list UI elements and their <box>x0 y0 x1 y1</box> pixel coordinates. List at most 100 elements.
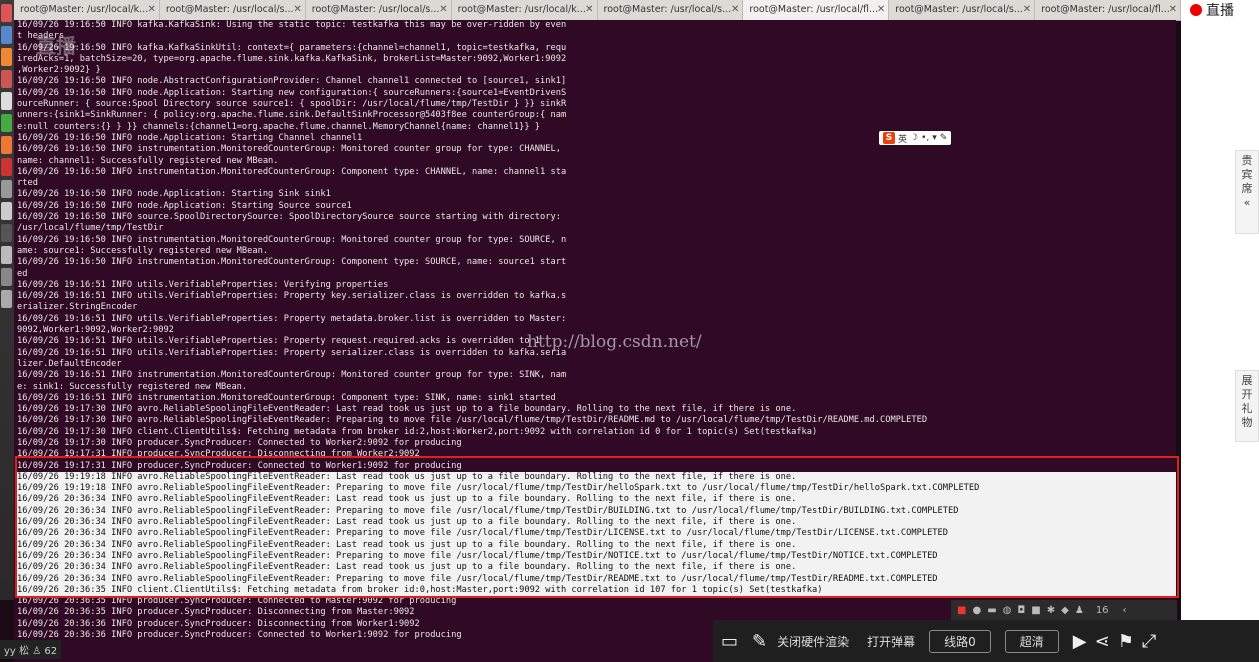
screen-icon[interactable]: ▭ <box>721 631 738 652</box>
live-label: 直播 <box>1206 3 1234 19</box>
launcher-app-icon[interactable] <box>1 290 12 308</box>
terminal-line: 16/09/26 19:16:50 INFO node.Application:… <box>17 200 352 211</box>
live-side-panel <box>1181 0 1259 662</box>
gift-expand-label: 展开礼物 <box>1241 374 1253 429</box>
terminal-line: rted <box>17 178 38 189</box>
logo-watermark: 直播 <box>36 34 76 58</box>
robot-icon[interactable]: ◘ <box>1017 605 1025 616</box>
launcher-app-icon[interactable] <box>1 180 12 198</box>
viewer-corner: yy 松 ♙ 62 <box>0 640 62 659</box>
launcher-app-icon[interactable] <box>1 136 12 154</box>
terminal-line: 16/09/26 19:16:51 INFO utils.VerifiableP… <box>17 313 567 324</box>
ime-language[interactable]: 英 <box>898 132 907 145</box>
terminal-line: 16/09/26 19:16:50 INFO instrumentation.M… <box>17 257 567 268</box>
stream-tool-strip: ■ ● ▬ ◍ ◘ ■ ✱ ◆ ♟ 16 ‹ <box>951 600 1177 620</box>
terminal-line: 16/09/26 20:36:34 INFO avro.ReliableSpoo… <box>17 505 1176 518</box>
launcher-app-icon[interactable] <box>1 4 12 22</box>
record-icon[interactable]: ■ <box>957 605 966 616</box>
close-icon[interactable]: ✕ <box>585 0 593 20</box>
terminal-line: unners:{sink1=SinkRunner: { policy:org.a… <box>17 110 567 121</box>
terminal-line: 16/09/26 20:36:35 INFO client.ClientUtil… <box>17 584 1176 597</box>
terminal-line: 16/09/26 19:17:31 INFO producer.SyncProd… <box>17 449 420 460</box>
comment-icon[interactable]: ▬ <box>987 605 996 616</box>
terminal-line: 16/09/26 19:16:50 INFO node.Application:… <box>17 87 567 98</box>
terminal-tab[interactable]: root@Master: /usr/local/k... ✕ <box>14 0 160 20</box>
flag-icon[interactable]: ⚑ <box>1118 631 1134 652</box>
share-icon[interactable]: ⋖ <box>1095 631 1110 652</box>
launcher-app-icon[interactable] <box>1 92 12 110</box>
terminal-line: ame: source1: Successfully registered ne… <box>17 245 269 256</box>
terminal-line: 16/09/26 19:16:50 INFO instrumentation.M… <box>17 166 567 177</box>
terminal-line: 16/09/26 19:17:30 INFO client.ClientUtil… <box>17 426 818 437</box>
close-hw-render-button[interactable]: 关闭硬件渲染 <box>777 633 849 650</box>
user-icon[interactable]: ♟ <box>1075 605 1084 616</box>
launcher-app-icon[interactable] <box>1 114 12 132</box>
terminal-tab[interactable]: root@Master: /usr/local/k... ✕ <box>452 0 598 20</box>
terminal-line: t headers <box>17 31 65 42</box>
close-icon[interactable]: ✕ <box>877 0 885 20</box>
terminal-tab[interactable]: root@Master: /usr/local/s... ✕ <box>160 0 306 20</box>
tab-label: root@Master: /usr/local/fl... <box>1041 4 1170 15</box>
tab-label: root@Master: /usr/local/k... <box>457 4 586 15</box>
corner-label: yy 松 <box>4 646 30 657</box>
launcher-app-icon[interactable] <box>1 158 12 176</box>
launcher-app-icon[interactable] <box>1 26 12 44</box>
terminal-tab[interactable]: root@Master: /usr/local/s... ✕ <box>306 0 452 20</box>
shirt-icon[interactable]: ▾ <box>932 133 937 143</box>
quality-button[interactable]: 超清 <box>1004 629 1059 653</box>
play-icon[interactable]: ▶ <box>1073 631 1087 652</box>
chevron-left-icon[interactable]: ‹ <box>1123 605 1127 616</box>
terminal-line: e:null counters:{} } }} channels:{channe… <box>17 121 541 132</box>
launcher-app-icon[interactable] <box>1 224 12 242</box>
edit-icon[interactable]: ✎ <box>752 631 767 652</box>
terminal-line: 16/09/26 19:16:50 INFO kafka.KafkaSinkUt… <box>17 42 567 53</box>
music-icon[interactable]: ◍ <box>1003 605 1012 616</box>
launcher-app-icon[interactable] <box>1 202 12 220</box>
terminal-line: 16/09/26 19:16:50 INFO instrumentation.M… <box>17 234 567 245</box>
launcher-app-icon[interactable] <box>1 70 12 88</box>
terminal-tab[interactable]: root@Master: /usr/local/fl... ✕ <box>1035 0 1181 20</box>
terminal-line: 16/09/26 19:16:50 INFO instrumentation.M… <box>17 144 561 155</box>
launcher-app-icon[interactable] <box>1 48 12 66</box>
chat-icon[interactable]: ● <box>972 605 981 616</box>
terminal-tab[interactable]: root@Master: /usr/local/s... ✕ <box>598 0 744 20</box>
launcher-app-icon[interactable] <box>1 246 12 264</box>
moon-icon[interactable]: ☽ <box>910 133 918 143</box>
tab-label: root@Master: /usr/local/s... <box>311 4 440 15</box>
terminal-line: ,Worker2:9092} } <box>17 65 101 76</box>
terminal-line: 16/09/26 19:16:51 INFO instrumentation.M… <box>17 370 567 381</box>
close-icon[interactable]: ✕ <box>1169 0 1177 20</box>
terminal-line: 16/09/26 19:17:30 INFO avro.ReliableSpoo… <box>17 415 928 426</box>
cube-icon[interactable]: ◆ <box>1061 605 1069 616</box>
gear-icon[interactable]: ✱ <box>1047 605 1055 616</box>
wrench-icon[interactable]: ✎ <box>940 133 948 143</box>
chevron-left-icon: « <box>1243 196 1251 209</box>
player-control-bar: ▭ ✎ 关闭硬件渲染 打开弹幕 线路0 超清 ▶ ⋖ ⚑ ⤢ <box>713 620 1259 662</box>
close-icon[interactable]: ✕ <box>293 0 301 20</box>
gift-expand-tab[interactable]: 展开礼物 <box>1235 370 1259 442</box>
terminal-line: lizer.DefaultEncoder <box>17 358 122 369</box>
close-icon[interactable]: ✕ <box>147 0 155 20</box>
terminal-line: 16/09/26 19:19:18 INFO avro.ReliableSpoo… <box>17 471 1176 484</box>
close-icon[interactable]: ✕ <box>1023 0 1031 20</box>
camera-icon[interactable]: ■ <box>1031 605 1040 616</box>
guest-seat-tab[interactable]: 贵宾席 « <box>1235 150 1259 234</box>
tab-label: root@Master: /usr/local/s... <box>895 4 1023 15</box>
terminal-tab[interactable]: root@Master: /usr/local/s... ✕ <box>889 0 1036 20</box>
tab-label: root@Master: /usr/local/s... <box>603 4 732 15</box>
close-icon[interactable]: ✕ <box>731 0 739 20</box>
ime-toolbar[interactable]: S 英 ☽ •, ▾ ✎ <box>879 131 952 145</box>
close-icon[interactable]: ✕ <box>439 0 447 20</box>
tab-label: root@Master: /usr/local/k... <box>20 4 149 15</box>
terminal-tab-active[interactable]: root@Master: /usr/local/fl... ✕ <box>743 0 890 20</box>
url-watermark: http://blog.csdn.net/ <box>527 332 702 352</box>
open-danmaku-button[interactable]: 打开弹幕 <box>867 633 915 650</box>
sogou-icon: S <box>883 132 895 144</box>
launcher-app-icon[interactable] <box>1 268 12 286</box>
route-button[interactable]: 线路0 <box>929 629 991 653</box>
terminal-line: /usr/local/flume/tmp/TestDir <box>17 223 164 234</box>
terminal-line: 16/09/26 19:16:51 INFO utils.VerifiableP… <box>17 279 389 290</box>
terminal-line: e: sink1: Successfully registered new MB… <box>17 381 248 392</box>
fullscreen-icon[interactable]: ⤢ <box>1142 631 1156 652</box>
punctuation-icon[interactable]: •, <box>921 133 929 143</box>
